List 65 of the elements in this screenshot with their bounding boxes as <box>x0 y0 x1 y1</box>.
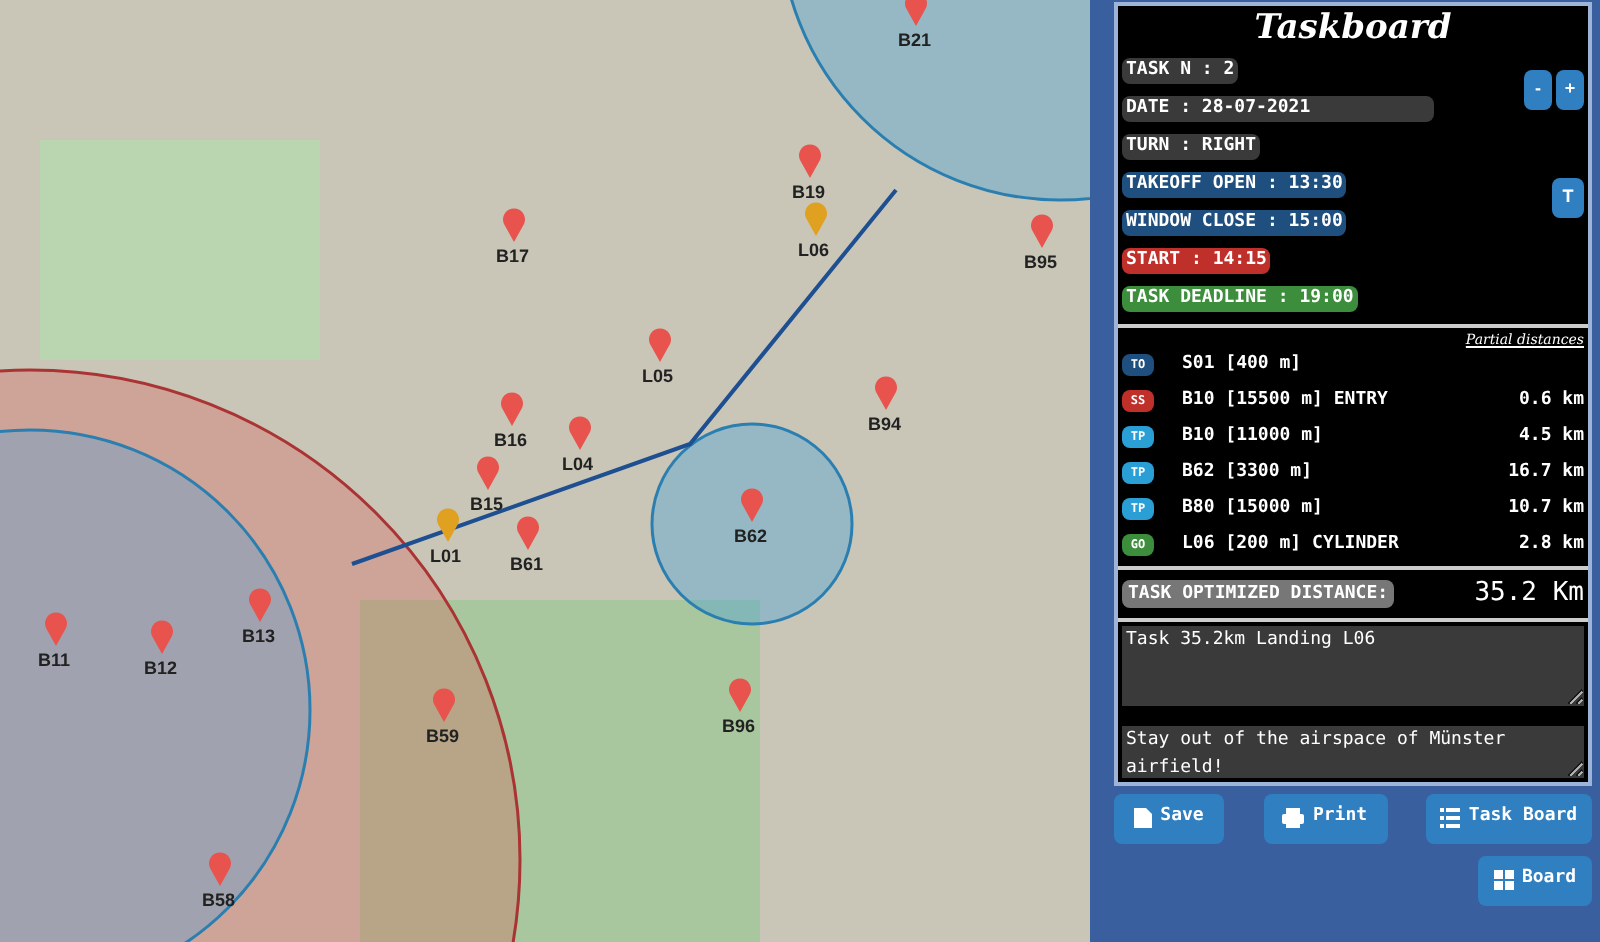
printer-icon <box>1282 808 1305 828</box>
task-field: WINDOW CLOSE : 15:00 <box>1122 210 1347 236</box>
turnpoint-entry: S01 [400 m] <box>1182 352 1304 378</box>
action-button[interactable]: Save <box>1114 793 1224 843</box>
waypoint-label: L06 <box>798 240 830 260</box>
leg-distance: 16.7 km <box>1508 460 1584 486</box>
turnpoint-entry: B10 [11000 m] <box>1182 424 1325 450</box>
map-pin-icon[interactable] <box>874 376 898 410</box>
task-field: DATE : 28-07-2021 <box>1122 96 1435 122</box>
document-icon <box>1134 808 1153 828</box>
taskboard-title: Taskboard <box>1254 6 1452 50</box>
stepper-button[interactable]: + <box>1556 70 1584 110</box>
waypoint-label: B11 <box>38 650 71 670</box>
optimized-distance-label: TASK OPTIMIZED DISTANCE: <box>1122 579 1395 608</box>
leg-distance: 10.7 km <box>1508 496 1584 522</box>
map-pin-icon[interactable] <box>1030 214 1054 248</box>
map-pin-icon[interactable] <box>500 392 524 426</box>
note-field[interactable]: Stay out of the airspace of Münster airfield! <box>1122 725 1584 777</box>
waypoint-label: L05 <box>642 366 674 386</box>
action-button[interactable]: Board <box>1478 855 1592 905</box>
turn-button[interactable]: T <box>1552 177 1584 218</box>
map-pin-icon[interactable] <box>798 144 822 178</box>
waypoint-label: B21 <box>898 30 932 50</box>
waypoint-label: B17 <box>496 246 530 266</box>
task-field: START : 14:15 <box>1122 248 1271 274</box>
waypoint-label: B12 <box>144 658 178 678</box>
grid-icon <box>1493 870 1514 890</box>
turnpoint-entry: B62 [3300 m] <box>1182 460 1315 486</box>
waypoint-label: B19 <box>792 182 826 202</box>
task-field: TASK N : 2 <box>1122 58 1239 84</box>
turnpoint-entry: B10 [15500 m] ENTRY <box>1182 388 1390 414</box>
leg-distance: 0.6 km <box>1518 388 1584 414</box>
waypoint-label: B96 <box>722 716 756 736</box>
task-field: TASK DEADLINE : 19:00 <box>1122 286 1358 312</box>
waypoint-label: B62 <box>734 526 768 546</box>
leg-distance: 4.5 km <box>1518 424 1584 450</box>
waypoint-label: B95 <box>1024 252 1058 272</box>
map-pin-icon[interactable] <box>568 416 592 450</box>
action-button[interactable]: Task Board <box>1426 793 1592 843</box>
leg-distance: 2.8 km <box>1518 532 1584 558</box>
waypoint-label: B59 <box>426 726 460 746</box>
map-pin-icon[interactable] <box>436 508 460 542</box>
waypoint-label: B58 <box>202 890 236 910</box>
turnpoint-entry: L06 [200 m] CYLINDER <box>1182 532 1401 558</box>
map-view[interactable]: B21 B17 B19 L06 B95 L05 B16 B94 L04 B15 L01 B61 B62 B11 B12 B13 B59 B96 B58 <box>0 0 1090 942</box>
waypoint-label: B13 <box>242 626 276 646</box>
optimized-distance-value: 35.2 Km <box>1474 576 1584 612</box>
action-button[interactable]: Print <box>1263 793 1387 843</box>
map-pin-icon[interactable] <box>648 328 672 362</box>
waypoint-label: L01 <box>430 546 462 566</box>
task-field: TAKEOFF OPEN : 13:30 <box>1122 172 1347 198</box>
task-field: TURN : RIGHT <box>1122 134 1261 160</box>
map-pin-icon[interactable] <box>502 208 526 242</box>
turnpoint-entry: B80 [15000 m] <box>1182 496 1325 522</box>
waypoint-label: B16 <box>494 430 528 450</box>
waypoint-label: L04 <box>562 454 594 474</box>
note-field[interactable]: Task 35.2km Landing L06 <box>1122 625 1584 705</box>
list-icon <box>1440 808 1461 828</box>
map-pin-icon[interactable] <box>728 678 752 712</box>
stepper-button[interactable]: - <box>1524 70 1552 110</box>
waypoint-label: B94 <box>868 414 902 434</box>
waypoint-label: B61 <box>510 554 544 574</box>
map-pin-icon[interactable] <box>476 456 500 490</box>
map-pin-icon[interactable] <box>516 516 540 550</box>
waypoint-label: B15 <box>470 494 504 514</box>
